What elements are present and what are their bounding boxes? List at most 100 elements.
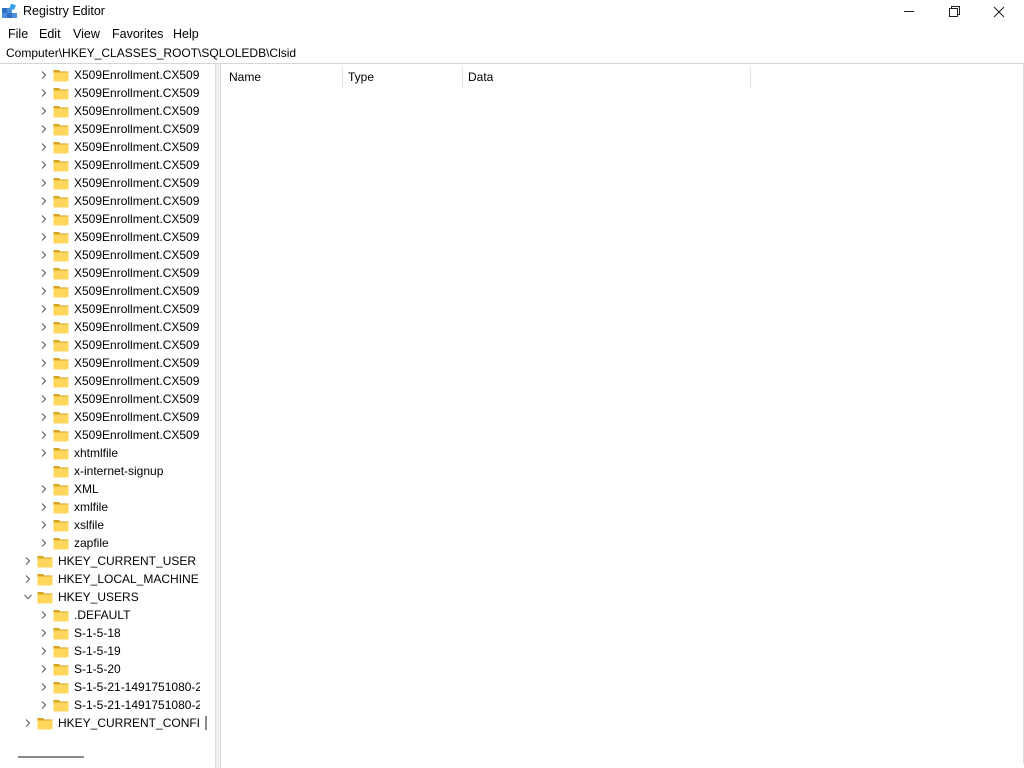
chevron-right-icon[interactable] <box>39 106 49 116</box>
chevron-right-icon[interactable] <box>39 70 49 80</box>
chevron-right-icon[interactable] <box>39 322 49 332</box>
tree-vertical-scrollbar[interactable] <box>200 64 214 744</box>
tree-node[interactable]: xhtmlfile <box>0 444 200 462</box>
chevron-right-icon[interactable] <box>39 394 49 404</box>
menu-view[interactable]: View <box>72 25 101 43</box>
chevron-right-icon[interactable] <box>39 376 49 386</box>
tree-node[interactable]: .DEFAULT <box>0 606 200 624</box>
tree-node[interactable]: X509Enrollment.CX509E <box>0 120 207 138</box>
chevron-right-icon[interactable] <box>39 268 49 278</box>
chevron-right-icon[interactable] <box>39 448 49 458</box>
tree-node[interactable]: X509Enrollment.CX509E <box>0 102 207 120</box>
values-list-pane[interactable]: Name Type Data <box>220 64 1024 768</box>
column-separator[interactable] <box>750 66 751 88</box>
chevron-right-icon[interactable] <box>39 124 49 134</box>
tree-pane[interactable]: X509Enrollment.CX509E X509Enrollment.CX50… <box>0 64 216 768</box>
folder-icon <box>53 394 69 406</box>
tree-node[interactable]: X509Enrollment.CX509P <box>0 318 207 336</box>
tree-node[interactable]: zapfile <box>0 534 200 552</box>
chevron-right-icon[interactable] <box>39 700 49 710</box>
chevron-right-icon[interactable] <box>39 610 49 620</box>
window-title: Registry Editor <box>23 4 105 18</box>
tree-node[interactable]: X509Enrollment.CX509S <box>0 408 207 426</box>
folder-icon <box>53 304 69 316</box>
tree-node[interactable]: X509Enrollment.CX509N <box>0 174 208 192</box>
minimize-button[interactable] <box>886 0 932 24</box>
chevron-right-icon[interactable] <box>39 142 49 152</box>
tree-node[interactable]: X509Enrollment.CX509N <box>0 192 208 210</box>
menu-favorites[interactable]: Favorites <box>111 25 164 43</box>
tree-node[interactable]: XML <box>0 480 200 498</box>
tree-node[interactable]: X509Enrollment.CX509S <box>0 426 207 444</box>
tree-node[interactable]: xslfile <box>0 516 200 534</box>
address-bar[interactable]: Computer\HKEY_CLASSES_ROOT\SQLOLEDB\Clsi… <box>0 43 1024 64</box>
tree-node[interactable]: X509Enrollment.CX509N <box>0 210 208 228</box>
chevron-down-icon[interactable] <box>23 592 33 602</box>
address-path[interactable]: Computer\HKEY_CLASSES_ROOT\SQLOLEDB\Clsi… <box>6 46 296 60</box>
chevron-right-icon[interactable] <box>39 250 49 260</box>
tree-node[interactable]: xmlfile <box>0 498 200 516</box>
tree-horizontal-scroll-thumb[interactable] <box>18 756 84 758</box>
chevron-right-icon[interactable] <box>39 502 49 512</box>
chevron-right-icon[interactable] <box>39 682 49 692</box>
minimize-icon <box>904 11 914 12</box>
chevron-right-icon[interactable] <box>39 196 49 206</box>
tree-node[interactable]: X509Enrollment.CX509P <box>0 228 207 246</box>
menu-edit[interactable]: Edit <box>38 25 62 43</box>
tree-node[interactable]: HKEY_USERS <box>0 588 200 606</box>
chevron-right-icon[interactable] <box>23 556 33 566</box>
column-header-name[interactable]: Name <box>229 64 261 90</box>
tree-node[interactable]: X509Enrollment.CX509P <box>0 336 207 354</box>
column-header-data[interactable]: Data <box>468 64 493 90</box>
close-button[interactable] <box>976 0 1022 24</box>
tree-node[interactable]: S-1-5-18 <box>0 624 200 642</box>
chevron-right-icon[interactable] <box>39 538 49 548</box>
chevron-right-icon[interactable] <box>39 628 49 638</box>
chevron-right-icon[interactable] <box>39 358 49 368</box>
tree-vertical-scroll-thumb[interactable] <box>205 716 207 730</box>
chevron-right-icon[interactable] <box>39 304 49 314</box>
tree-node[interactable]: S-1-5-20 <box>0 660 200 678</box>
tree-node-label: xmlfile <box>74 500 109 514</box>
tree-node[interactable]: HKEY_LOCAL_MACHINE <box>0 570 200 588</box>
tree-node[interactable]: X509Enrollment.CX509P <box>0 264 207 282</box>
chevron-right-icon[interactable] <box>39 88 49 98</box>
tree-node[interactable]: X509Enrollment.CX509E <box>0 84 207 102</box>
chevron-right-icon[interactable] <box>23 574 33 584</box>
menu-file[interactable]: File <box>7 25 29 43</box>
chevron-right-icon[interactable] <box>39 520 49 530</box>
chevron-right-icon[interactable] <box>39 646 49 656</box>
chevron-right-icon[interactable] <box>39 232 49 242</box>
chevron-right-icon[interactable] <box>39 214 49 224</box>
tree-node[interactable]: S-1-5-19 <box>0 642 200 660</box>
maximize-button[interactable] <box>931 0 977 24</box>
chevron-right-icon[interactable] <box>39 664 49 674</box>
tree-node[interactable]: X509Enrollment.CX509P <box>0 246 207 264</box>
tree-node[interactable]: X509Enrollment.CX509N <box>0 156 208 174</box>
chevron-right-icon[interactable] <box>39 430 49 440</box>
tree-node[interactable]: X509Enrollment.CX509E <box>0 66 207 84</box>
tree-node[interactable]: x-internet-signup <box>0 462 200 480</box>
tree-node[interactable]: X509Enrollment.CX509P <box>0 300 207 318</box>
chevron-right-icon[interactable] <box>39 340 49 350</box>
tree-node-label: xhtmlfile <box>74 446 119 460</box>
column-separator[interactable] <box>462 66 463 88</box>
tree-node[interactable]: HKEY_CURRENT_USER <box>0 552 200 570</box>
chevron-right-icon[interactable] <box>39 412 49 422</box>
chevron-right-icon[interactable] <box>39 178 49 188</box>
column-header-type[interactable]: Type <box>348 64 374 90</box>
tree-node[interactable]: X509Enrollment.CX509E <box>0 138 207 156</box>
tree-node[interactable]: X509Enrollment.CX509P <box>0 354 207 372</box>
tree-node[interactable]: X509Enrollment.CX509S <box>0 390 207 408</box>
menu-help[interactable]: Help <box>172 25 200 43</box>
tree-node[interactable]: HKEY_CURRENT_CONFIG <box>0 714 209 732</box>
tree-node[interactable]: S-1-5-21-1491751080-2 <box>0 696 202 714</box>
tree-node[interactable]: S-1-5-21-1491751080-2 <box>0 678 202 696</box>
chevron-right-icon[interactable] <box>39 484 49 494</box>
tree-node[interactable]: X509Enrollment.CX509P <box>0 282 207 300</box>
chevron-right-icon[interactable] <box>39 286 49 296</box>
chevron-right-icon[interactable] <box>39 160 49 170</box>
tree-node[interactable]: X509Enrollment.CX509S <box>0 372 207 390</box>
column-separator[interactable] <box>342 66 343 88</box>
chevron-right-icon[interactable] <box>23 718 33 728</box>
